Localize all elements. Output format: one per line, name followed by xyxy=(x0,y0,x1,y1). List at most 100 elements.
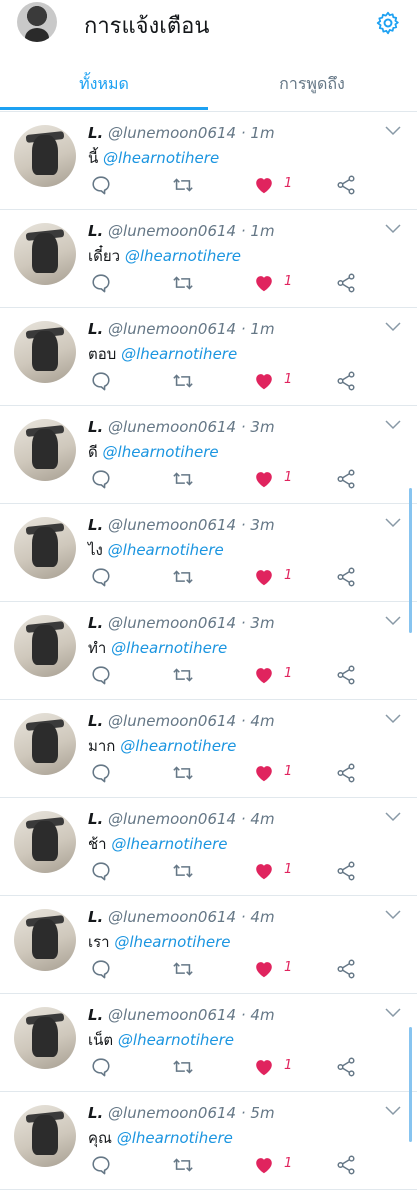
heart-icon[interactable] xyxy=(253,370,275,392)
notification-item[interactable]: L. @lunemoon0614 · 4m เน็ต @lhearnotiher… xyxy=(0,994,417,1092)
timestamp: · 1m xyxy=(240,320,275,338)
reply-icon[interactable] xyxy=(90,566,112,588)
user-name[interactable]: L. xyxy=(88,1104,103,1122)
user-handle: @lunemoon0614 xyxy=(108,908,237,926)
user-name[interactable]: L. xyxy=(88,908,103,926)
retweet-icon[interactable] xyxy=(172,566,194,588)
heart-icon[interactable] xyxy=(253,762,275,784)
share-icon[interactable] xyxy=(335,860,357,882)
mention-link[interactable]: @lhearnotihere xyxy=(108,541,224,559)
reply-icon[interactable] xyxy=(90,958,112,980)
chevron-down-icon[interactable] xyxy=(385,714,401,724)
chevron-down-icon[interactable] xyxy=(385,910,401,920)
reply-icon[interactable] xyxy=(90,174,112,196)
reply-icon[interactable] xyxy=(90,664,112,686)
reply-icon[interactable] xyxy=(90,762,112,784)
notification-item[interactable]: L. @lunemoon0614 · 4m เรา @lhearnotihere xyxy=(0,896,417,994)
heart-icon[interactable] xyxy=(253,958,275,980)
retweet-icon[interactable] xyxy=(172,1154,194,1176)
user-name[interactable]: L. xyxy=(88,320,103,338)
scrollbar-thumb[interactable] xyxy=(409,1027,412,1142)
share-icon[interactable] xyxy=(335,566,357,588)
notification-item[interactable]: L. @lunemoon0614 · 1m นี้ @lhearnotihere xyxy=(0,112,417,210)
share-icon[interactable] xyxy=(335,272,357,294)
notification-item[interactable]: L. @lunemoon0614 · 1m ตอบ @lhearnotihere xyxy=(0,308,417,406)
retweet-icon[interactable] xyxy=(172,174,194,196)
share-icon[interactable] xyxy=(335,1056,357,1078)
notification-item[interactable]: L. @lunemoon0614 · 1m เดี๋ยว @lhearnotih… xyxy=(0,210,417,308)
heart-icon[interactable] xyxy=(253,664,275,686)
tweet-text: ดี xyxy=(88,443,98,461)
user-name[interactable]: L. xyxy=(88,124,103,142)
gear-icon[interactable] xyxy=(375,10,401,36)
notification-item[interactable]: L. @lunemoon0614 · 4m ช้า @lhearnotihere xyxy=(0,798,417,896)
mention-link[interactable]: @lhearnotihere xyxy=(121,345,237,363)
retweet-icon[interactable] xyxy=(172,664,194,686)
share-icon[interactable] xyxy=(335,1154,357,1176)
user-name[interactable]: L. xyxy=(88,418,103,436)
like-count: 1 xyxy=(284,568,293,583)
notification-item[interactable]: L. @lunemoon0614 · 3m ทำ @lhearnotihere xyxy=(0,602,417,700)
reply-icon[interactable] xyxy=(90,860,112,882)
tweet-text: ไง xyxy=(88,541,103,559)
mention-link[interactable]: @lhearnotihere xyxy=(111,639,227,657)
share-icon[interactable] xyxy=(335,370,357,392)
mention-link[interactable]: @lhearnotihere xyxy=(120,737,236,755)
profile-avatar[interactable] xyxy=(17,2,57,42)
retweet-icon[interactable] xyxy=(172,468,194,490)
notification-item[interactable]: L. @lunemoon0614 · 5m คุณ @lhearnotihere xyxy=(0,1092,417,1190)
reply-icon[interactable] xyxy=(90,272,112,294)
heart-icon[interactable] xyxy=(253,1056,275,1078)
mention-link[interactable]: @lhearnotihere xyxy=(117,1129,233,1147)
scrollbar-thumb[interactable] xyxy=(409,488,412,633)
chevron-down-icon[interactable] xyxy=(385,812,401,822)
retweet-icon[interactable] xyxy=(172,958,194,980)
heart-icon[interactable] xyxy=(253,174,275,196)
retweet-icon[interactable] xyxy=(172,860,194,882)
chevron-down-icon[interactable] xyxy=(385,1106,401,1116)
chevron-down-icon[interactable] xyxy=(385,224,401,234)
user-name[interactable]: L. xyxy=(88,1006,103,1024)
retweet-icon[interactable] xyxy=(172,370,194,392)
notification-item[interactable]: L. @lunemoon0614 · 3m ไง @lhearnotihere xyxy=(0,504,417,602)
share-icon[interactable] xyxy=(335,958,357,980)
chevron-down-icon[interactable] xyxy=(385,420,401,430)
chevron-down-icon[interactable] xyxy=(385,1008,401,1018)
mention-link[interactable]: @lhearnotihere xyxy=(114,933,230,951)
user-name[interactable]: L. xyxy=(88,810,103,828)
chevron-down-icon[interactable] xyxy=(385,126,401,136)
share-icon[interactable] xyxy=(335,468,357,490)
chevron-down-icon[interactable] xyxy=(385,616,401,626)
user-name[interactable]: L. xyxy=(88,614,103,632)
share-icon[interactable] xyxy=(335,762,357,784)
reply-icon[interactable] xyxy=(90,370,112,392)
share-icon[interactable] xyxy=(335,664,357,686)
notification-item[interactable]: L. @lunemoon0614 · 4m มาก @lhearnotihere xyxy=(0,700,417,798)
user-name[interactable]: L. xyxy=(88,222,103,240)
heart-icon[interactable] xyxy=(253,1154,275,1176)
retweet-icon[interactable] xyxy=(172,762,194,784)
retweet-icon[interactable] xyxy=(172,1056,194,1078)
chevron-down-icon[interactable] xyxy=(385,518,401,528)
mention-link[interactable]: @lhearnotihere xyxy=(103,443,219,461)
user-name[interactable]: L. xyxy=(88,712,103,730)
heart-icon[interactable] xyxy=(253,272,275,294)
mention-link[interactable]: @lhearnotihere xyxy=(111,835,227,853)
mention-link[interactable]: @lhearnotihere xyxy=(125,247,241,265)
tweet-actions: 1 xyxy=(0,468,417,492)
chevron-down-icon[interactable] xyxy=(385,322,401,332)
retweet-icon[interactable] xyxy=(172,272,194,294)
reply-icon[interactable] xyxy=(90,1056,112,1078)
reply-icon[interactable] xyxy=(90,468,112,490)
user-name[interactable]: L. xyxy=(88,516,103,534)
mention-link[interactable]: @lhearnotihere xyxy=(103,149,219,167)
notification-item[interactable]: L. @lunemoon0614 · 3m ดี @lhearnotihere xyxy=(0,406,417,504)
tab-mentions[interactable]: การพูดถึง xyxy=(208,56,416,111)
share-icon[interactable] xyxy=(335,174,357,196)
heart-icon[interactable] xyxy=(253,566,275,588)
heart-icon[interactable] xyxy=(253,468,275,490)
mention-link[interactable]: @lhearnotihere xyxy=(118,1031,234,1049)
heart-icon[interactable] xyxy=(253,860,275,882)
tab-all[interactable]: ทั้งหมด xyxy=(0,56,208,111)
reply-icon[interactable] xyxy=(90,1154,112,1176)
